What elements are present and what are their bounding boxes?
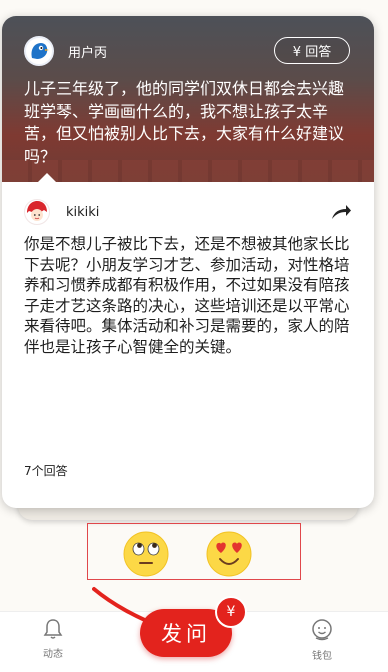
question-text: 儿子三年级了，他的同学们双休日都会去兴趣班学琴、学画画什么的，我不想让孩子太辛苦… <box>24 79 345 166</box>
answer-button[interactable]: ¥ 回答 <box>274 37 350 64</box>
face-icon <box>312 619 332 641</box>
share-icon[interactable] <box>330 202 352 222</box>
bell-icon <box>43 619 63 639</box>
nav-item-feed[interactable]: 动态 <box>33 618 73 660</box>
answer-text: 你是不想儿子被比下去，还是不想被其他家长比下去呢？小朋友学习才艺、参加活动，对性… <box>24 235 350 356</box>
question-header: 用户丙 ¥ 回答 儿子三年级了，他的同学们双休日都会去兴趣班学琴、学画画什么的，… <box>2 16 374 183</box>
yen-badge: ¥ <box>215 596 247 628</box>
eye-roll-emoji-icon[interactable] <box>123 531 169 577</box>
asker-info: 用户丙 <box>24 36 107 66</box>
reaction-highlight-box <box>87 523 301 580</box>
heart-eyes-emoji-icon[interactable] <box>206 531 252 577</box>
nav-label-wallet: 钱包 <box>312 651 332 662</box>
card-notch <box>37 173 57 183</box>
question-card[interactable]: 用户丙 ¥ 回答 儿子三年级了，他的同学们双休日都会去兴趣班学琴、学画画什么的，… <box>2 16 374 508</box>
answerer-info: kikiki <box>24 199 99 225</box>
asker-avatar[interactable] <box>24 36 54 66</box>
answer-count[interactable]: 7个回答 <box>24 462 68 479</box>
answerer-name: kikiki <box>66 204 100 220</box>
asker-name: 用户丙 <box>68 45 108 61</box>
bird-avatar-icon <box>31 43 49 59</box>
girl-avatar-icon[interactable] <box>24 199 50 225</box>
nav-item-wallet[interactable]: 钱包 <box>302 618 342 662</box>
nav-label-feed: 动态 <box>43 649 63 660</box>
